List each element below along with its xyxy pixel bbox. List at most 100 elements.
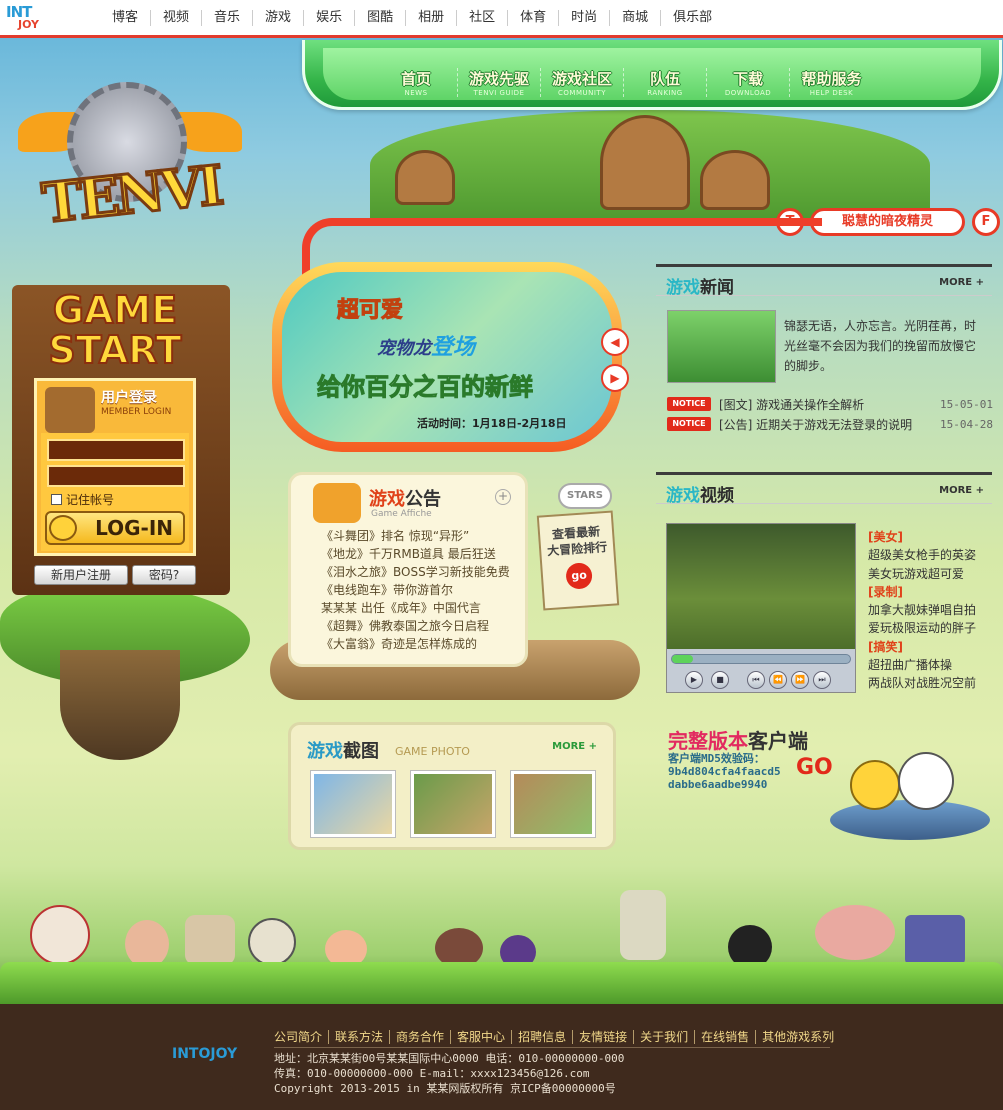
announcement-item[interactable]: 《地龙》千万RMB道具 最后狂送 — [321, 545, 521, 563]
menu-item-download[interactable]: 下载 DOWNLOAD — [707, 68, 790, 97]
forgot-password-button[interactable]: 密码? — [132, 565, 196, 585]
plus-icon[interactable]: + — [495, 489, 511, 505]
banner-time: 活动时间：1月18日-2月18日 — [417, 417, 567, 430]
video-category: [搞笑] — [868, 639, 903, 654]
footer: INTOJOY 公司简介 联系方法 商务合作 客服中心 招聘信息 友情链接 关于… — [0, 1004, 1003, 1110]
top-link-music[interactable]: 音乐 — [202, 10, 254, 26]
news-item[interactable]: NOTICE [公告] 近期关于游戏无法登录的说明 15-04-28 — [667, 414, 993, 434]
video-link[interactable]: 爱玩极限运动的胖子 — [868, 619, 998, 637]
footer-link[interactable]: 其他游戏系列 — [756, 1030, 840, 1044]
announcement-item[interactable]: 某某某 出任《成年》中国代言 — [321, 599, 521, 617]
top-link-ent[interactable]: 娱乐 — [304, 10, 356, 26]
top-link-community[interactable]: 社区 — [457, 10, 509, 26]
screenshot-thumb[interactable] — [311, 771, 395, 837]
announcement-item[interactable]: 《泪水之旅》BOSS学习新技能免费 — [321, 563, 521, 581]
top-link-sports[interactable]: 体育 — [508, 10, 560, 26]
stop-icon[interactable]: ■ — [711, 671, 729, 689]
promo-banner[interactable]: 超可爱 宠物龙登场 给你百分之百的新鲜 活动时间：1月18日-2月18日 — [272, 262, 622, 452]
video-link[interactable]: 超级美女枪手的英姿 — [868, 546, 998, 564]
tent-image — [185, 915, 235, 965]
footer-link[interactable]: 联系方法 — [329, 1030, 391, 1044]
footer-link[interactable]: 在线销售 — [695, 1030, 757, 1044]
next-icon[interactable]: ⏭ — [813, 671, 831, 689]
banner-prev-arrow-icon[interactable]: ◀ — [601, 328, 629, 356]
screenshot-more-link[interactable]: MORE + — [552, 741, 597, 752]
video-link[interactable]: 加拿大靓妹弹唱自拍 — [868, 601, 998, 619]
footer-link[interactable]: 友情链接 — [573, 1030, 635, 1044]
top-link-mall[interactable]: 商城 — [610, 10, 662, 26]
footer-link[interactable]: 关于我们 — [634, 1030, 696, 1044]
menu-item-ranking[interactable]: 队伍 RANKING — [624, 68, 707, 97]
menu-item-community[interactable]: 游戏社区 COMMUNITY — [541, 68, 624, 97]
video-link[interactable]: 超扭曲广播体操 — [868, 656, 998, 674]
news-thumbnail[interactable] — [667, 310, 776, 383]
footer-link[interactable]: 商务合作 — [390, 1030, 452, 1044]
screenshot-thumb[interactable] — [511, 771, 595, 837]
menu-sublabel: NEWS — [404, 89, 428, 97]
news-item-title[interactable]: [图文] 游戏通关操作全解析 — [719, 396, 940, 413]
intojoy-logo[interactable]: INT JOY — [6, 3, 70, 35]
remember-checkbox[interactable] — [51, 494, 62, 505]
tenvi-game-logo[interactable]: TENVI — [18, 52, 242, 237]
banner-line1: 超可爱 — [336, 298, 404, 324]
screenshot-title-b: 截图 — [343, 741, 379, 762]
footer-links: 公司简介 联系方法 商务合作 客服中心 招聘信息 友情链接 关于我们 在线销售 … — [274, 1030, 840, 1044]
class-tag-pill[interactable]: 聪慧的暗夜精灵 — [810, 208, 965, 236]
remember-label: 记住帐号 — [66, 493, 115, 507]
top-link-blog[interactable]: 博客 — [100, 10, 152, 26]
menu-item-help[interactable]: 帮助服务 HELP DESK — [790, 68, 873, 97]
menu-sublabel: TENVI GUIDE — [473, 89, 525, 97]
footer-link[interactable]: 招聘信息 — [512, 1030, 574, 1044]
rewind-icon[interactable]: ⏪ — [769, 671, 787, 689]
video-link[interactable]: 两战队对战胜况空前 — [868, 674, 998, 692]
video-progress-bar[interactable] — [671, 654, 851, 664]
menu-item-home[interactable]: 首页 NEWS — [375, 68, 458, 97]
news-more-link[interactable]: MORE + — [939, 277, 984, 288]
announcement-title-a: 游戏 — [369, 489, 405, 510]
prev-icon[interactable]: ⏮ — [747, 671, 765, 689]
top-link-video[interactable]: 视频 — [151, 10, 203, 26]
ranking-go-button[interactable]: go — [565, 562, 593, 590]
top-link-tuku[interactable]: 图酷 — [355, 10, 407, 26]
login-form: 记住帐号 LOG-IN — [41, 433, 189, 551]
play-icon[interactable]: ▶ — [685, 671, 703, 689]
footer-link[interactable]: 客服中心 — [451, 1030, 513, 1044]
ranking-sign[interactable]: 查看最新 大冒险排行 go — [536, 510, 620, 611]
grass-ground — [0, 962, 1003, 1004]
menu-item-guide[interactable]: 游戏先驱 TENVI GUIDE — [458, 68, 541, 97]
top-link-club[interactable]: 俱乐部 — [661, 10, 724, 26]
forward-icon[interactable]: ⏩ — [791, 671, 809, 689]
banner-next-arrow-icon[interactable]: ▶ — [601, 364, 629, 392]
video-title-b: 视频 — [700, 486, 734, 506]
menu-sublabel: DOWNLOAD — [724, 89, 772, 97]
news-item[interactable]: NOTICE [图文] 游戏通关操作全解析 15-05-01 — [667, 394, 993, 414]
top-link-album[interactable]: 相册 — [406, 10, 458, 26]
video-screen[interactable] — [667, 524, 855, 649]
video-more-link[interactable]: MORE + — [939, 485, 984, 496]
announcement-item[interactable]: 《电线跑车》带你游首尔 — [321, 581, 521, 599]
client-download-title[interactable]: 完整版本客户端 — [668, 725, 808, 754]
footer-logo[interactable]: INTOJOY — [172, 1046, 237, 1062]
top-link-fashion[interactable]: 时尚 — [559, 10, 611, 26]
video-link[interactable]: 美女玩游戏超可爱 — [868, 565, 998, 583]
announcement-list: 《斗舞团》排名 惊现“异形” 《地龙》千万RMB道具 最后狂送 《泪水之旅》BO… — [321, 527, 521, 653]
footer-link[interactable]: 公司简介 — [274, 1030, 330, 1044]
top-link-game[interactable]: 游戏 — [253, 10, 305, 26]
username-input[interactable] — [47, 439, 185, 461]
register-button[interactable]: 新用户注册 — [34, 565, 128, 585]
password-input[interactable] — [47, 465, 185, 487]
menu-sublabel: RANKING — [647, 89, 683, 97]
screenshot-thumb[interactable] — [411, 771, 495, 837]
news-item-title[interactable]: [公告] 近期关于游戏无法登录的说明 — [719, 416, 940, 433]
announcement-item[interactable]: 《超舞》佛教泰国之旅今日启程 — [321, 617, 521, 635]
tag-dot-right[interactable]: F — [972, 208, 1000, 236]
client-go-button[interactable]: GO — [796, 755, 833, 780]
menu-label: 游戏社区 — [551, 70, 612, 88]
pink-creature-image — [125, 920, 169, 968]
video-player[interactable]: ▶ ■ ⏮ ⏪ ⏩ ⏭ — [666, 523, 856, 693]
remember-account[interactable]: 记住帐号 — [51, 491, 114, 508]
news-item-date: 15-04-28 — [940, 417, 993, 431]
announcement-item[interactable]: 《斗舞团》排名 惊现“异形” — [321, 527, 521, 545]
announcement-item[interactable]: 《大富翁》奇迹是怎样炼成的 — [321, 635, 521, 653]
stars-badge[interactable]: STARS — [558, 483, 612, 509]
